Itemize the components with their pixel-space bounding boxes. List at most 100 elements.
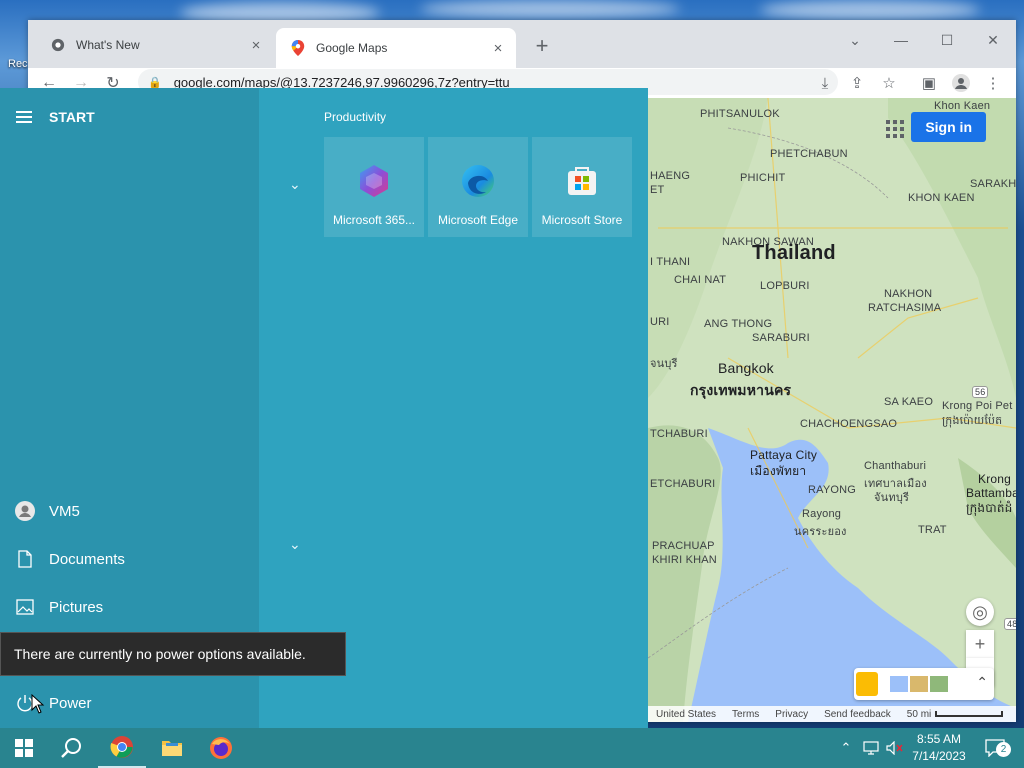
search-icon	[61, 738, 81, 758]
map-label-country: Thailand	[752, 242, 836, 264]
map-label: จันทบุรี	[874, 492, 910, 504]
map-label: ET	[650, 184, 665, 196]
tile-label: Microsoft 365...	[332, 213, 416, 227]
bookmark-star-icon[interactable]: ☆	[876, 70, 902, 96]
route-shield: 56	[972, 386, 989, 398]
map-label: Khon Kaen	[934, 100, 991, 112]
store-icon	[568, 167, 596, 195]
notification-count-badge: 2	[996, 742, 1011, 757]
my-location-icon[interactable]: ◎	[966, 598, 994, 626]
map-label-city: เมืองพัทยา	[750, 464, 807, 478]
profile-icon[interactable]	[948, 70, 974, 96]
new-tab-button[interactable]: +	[528, 32, 556, 60]
map-canvas[interactable]: Khon Kaen PHITSANULOK PHETCHABUN HAENG P…	[648, 98, 1016, 722]
map-label: นครระยอง	[794, 526, 847, 538]
map-label: Chanthaburi	[864, 460, 927, 472]
scale-bar	[935, 711, 1004, 717]
map-label: SA KAEO	[884, 396, 934, 408]
terms-link[interactable]: Terms	[732, 709, 759, 720]
system-clock[interactable]: 8:55 AM 7/14/2023	[904, 731, 974, 765]
tab-strip: What's New × Google Maps × + ⌄ — ☐ ✕	[28, 20, 1016, 68]
chevron-down-icon[interactable]: ⌄	[289, 536, 301, 553]
tab-close-button[interactable]: ×	[248, 37, 264, 54]
sign-in-button[interactable]: Sign in	[911, 112, 986, 142]
map-label-city: Bangkok	[718, 360, 774, 376]
windows-start-button[interactable]	[0, 728, 48, 768]
map-label: KHIRI KHAN	[652, 554, 717, 566]
show-hidden-icons[interactable]: ⌃	[836, 728, 856, 768]
tab-search-icon[interactable]: ⌄	[832, 26, 878, 54]
hamburger-menu-icon[interactable]	[16, 108, 32, 126]
menu-icon[interactable]: ⋮	[980, 70, 1006, 96]
chevron-down-icon[interactable]: ⌄	[289, 176, 301, 193]
map-label: TRAT	[918, 524, 947, 536]
maximize-button[interactable]: ☐	[924, 26, 970, 54]
volume-muted-icon[interactable]	[884, 728, 906, 768]
network-icon[interactable]	[860, 728, 882, 768]
share-icon[interactable]: ⇪	[844, 70, 870, 96]
map-footer-country[interactable]: United States	[656, 709, 716, 720]
windows-icon	[15, 739, 33, 757]
document-icon	[14, 548, 36, 570]
layer-thumb[interactable]	[890, 676, 908, 692]
search-button[interactable]	[48, 728, 96, 768]
send-feedback-link[interactable]: Send feedback	[824, 709, 891, 720]
desktop-icon-label[interactable]: Rec	[8, 58, 28, 70]
install-icon[interactable]: ⤓	[812, 70, 838, 96]
chrome-icon	[110, 736, 133, 758]
google-maps-icon	[290, 40, 306, 56]
taskbar-chrome-button[interactable]	[98, 728, 146, 768]
start-header: START	[16, 108, 95, 126]
tile-microsoft-365[interactable]: Microsoft 365...	[324, 137, 424, 237]
scale-label[interactable]: 50 mi	[907, 709, 931, 720]
tab-google-maps[interactable]: Google Maps ×	[276, 28, 516, 68]
start-title: START	[49, 109, 95, 125]
tile-group-title[interactable]: Productivity	[324, 110, 386, 124]
map-label: Krong	[978, 472, 1012, 486]
tab-title: Google Maps	[316, 41, 388, 55]
map-label: RATCHASIMA	[868, 302, 942, 314]
zoom-in-button[interactable]: +	[966, 630, 994, 658]
pegman-icon[interactable]	[856, 672, 878, 696]
map-label: CHAI NAT	[674, 274, 727, 286]
tile-microsoft-edge[interactable]: Microsoft Edge	[428, 137, 528, 237]
map-label: KHON KAEN	[908, 192, 975, 204]
power-tooltip: There are currently no power options ava…	[0, 632, 346, 676]
power-label: Power	[49, 694, 92, 712]
map-label: HAENG	[650, 170, 691, 182]
close-window-button[interactable]: ✕	[970, 26, 1016, 54]
documents-item[interactable]: Documents	[14, 548, 125, 570]
map-label: ក្រុងបាត់ដំ	[966, 501, 1013, 515]
expand-layers-icon[interactable]: ⌃	[976, 674, 988, 691]
map-label: PHITSANULOK	[700, 108, 780, 120]
minimize-button[interactable]: —	[878, 26, 924, 54]
microsoft-365-icon	[360, 165, 388, 197]
clock-date: 7/14/2023	[912, 749, 966, 763]
pictures-item[interactable]: Pictures	[14, 596, 103, 618]
map-label: RAYONG	[808, 484, 857, 496]
privacy-link[interactable]: Privacy	[775, 709, 808, 720]
tile-microsoft-store[interactable]: Microsoft Store	[532, 137, 632, 237]
layers-panel[interactable]: ⌃	[854, 668, 994, 700]
google-apps-icon[interactable]	[886, 120, 904, 138]
user-account-item[interactable]: VM5	[14, 500, 80, 522]
map-label: SARABURI	[752, 332, 810, 344]
layer-thumb[interactable]	[910, 676, 928, 692]
tab-close-button[interactable]: ×	[490, 40, 506, 57]
tile-label: Microsoft Edge	[437, 213, 519, 227]
action-center-button[interactable]: 2	[980, 728, 1011, 768]
firefox-icon	[210, 737, 232, 759]
map-label-city: Pattaya City	[750, 448, 818, 462]
map-label: PHETCHABUN	[770, 148, 848, 160]
taskbar-file-explorer-button[interactable]	[148, 728, 196, 768]
user-avatar-icon	[14, 500, 36, 522]
side-panel-icon[interactable]: ▣	[916, 70, 942, 96]
route-shield: 48	[1004, 618, 1016, 630]
layer-thumb[interactable]	[930, 676, 948, 692]
tab-whats-new[interactable]: What's New ×	[36, 28, 274, 62]
tile-label: Microsoft Store	[541, 213, 623, 227]
map-label-city: กรุงเทพมหานคร	[690, 382, 792, 398]
map-label: Rayong	[802, 508, 842, 520]
taskbar-firefox-button[interactable]	[197, 728, 245, 768]
power-item[interactable]: Power	[14, 692, 92, 714]
